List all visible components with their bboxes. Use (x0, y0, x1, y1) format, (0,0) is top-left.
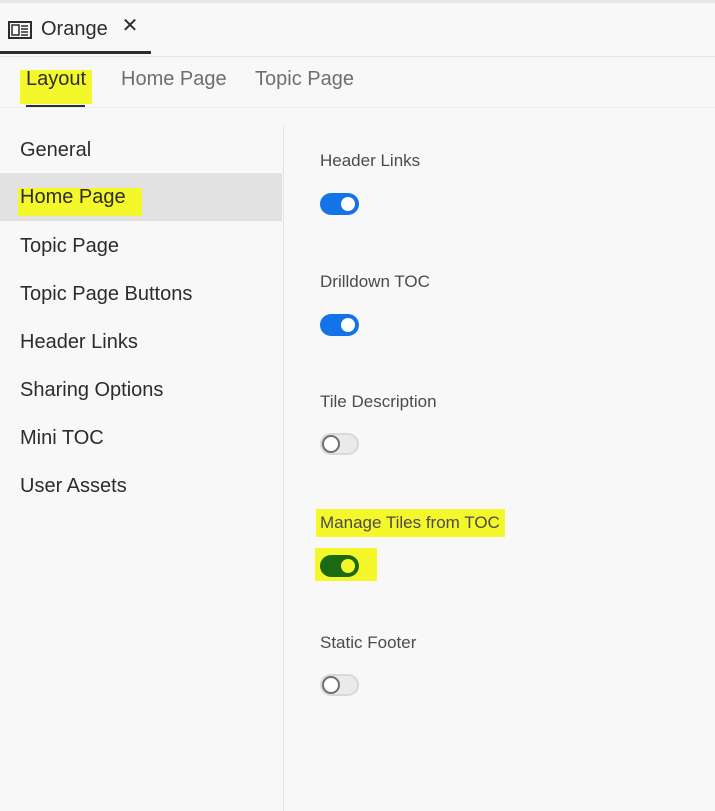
toggle-knob (341, 559, 355, 573)
sub-tab-bar-divider (0, 107, 715, 108)
header-links-toggle[interactable] (320, 193, 359, 215)
sidebar-divider (283, 125, 284, 811)
tab-label: Layout (26, 68, 87, 90)
setting-label-tile-description: Tile Description (320, 392, 437, 411)
tab-bar-divider (0, 56, 715, 57)
static-footer-toggle[interactable] (320, 674, 359, 696)
manage-tiles-from-toc-toggle[interactable] (320, 555, 359, 577)
toggle-knob (341, 318, 355, 332)
toggle-knob (322, 676, 340, 694)
sidebar-item-label: Header Links (20, 331, 138, 353)
file-tab-title: Orange (41, 18, 108, 40)
tile-description-toggle[interactable] (320, 433, 359, 455)
sidebar-item-topic-page[interactable]: Topic Page (0, 222, 282, 270)
sidebar-item-label: Sharing Options (20, 379, 164, 401)
sidebar-item-label: Topic Page Buttons (20, 283, 193, 305)
sidebar-item-label: Topic Page (20, 235, 119, 257)
sidebar-item-label: Home Page (20, 186, 126, 208)
setting-label-manage-tiles-from-toc: Manage Tiles from TOC (320, 513, 500, 532)
window-top-border (0, 0, 715, 3)
tab-layout[interactable]: Layout (26, 68, 86, 91)
sidebar-item-label: General (20, 139, 92, 161)
tab-home-page[interactable]: Home Page (121, 68, 227, 91)
toggle-knob (322, 435, 340, 453)
setting-label-static-footer: Static Footer (320, 633, 417, 652)
setting-label-drilldown-toc: Drilldown TOC (320, 272, 430, 291)
document-icon (8, 21, 32, 39)
tab-label: Home Page (121, 68, 227, 90)
sidebar-item-header-links[interactable]: Header Links (0, 318, 282, 366)
tab-topic-page[interactable]: Topic Page (255, 68, 354, 91)
sidebar-item-mini-toc[interactable]: Mini TOC (0, 414, 282, 462)
sidebar-item-sharing-options[interactable]: Sharing Options (0, 366, 282, 414)
toggle-knob (341, 197, 355, 211)
tab-label: Topic Page (255, 68, 354, 90)
sidebar-item-label: Mini TOC (20, 427, 104, 449)
file-tab-indicator (0, 51, 151, 54)
sidebar-item-label: User Assets (20, 475, 127, 497)
sidebar-item-user-assets[interactable]: User Assets (0, 462, 282, 510)
close-icon[interactable]: ✕ (121, 16, 139, 36)
file-tab[interactable]: Orange ✕ (0, 8, 151, 54)
sidebar-item-home-page[interactable]: Home Page (0, 173, 282, 221)
setting-label-header-links: Header Links (320, 151, 421, 170)
sidebar-item-topic-page-buttons[interactable]: Topic Page Buttons (0, 270, 282, 318)
drilldown-toc-toggle[interactable] (320, 314, 359, 336)
sidebar-item-general[interactable]: General (0, 126, 282, 174)
